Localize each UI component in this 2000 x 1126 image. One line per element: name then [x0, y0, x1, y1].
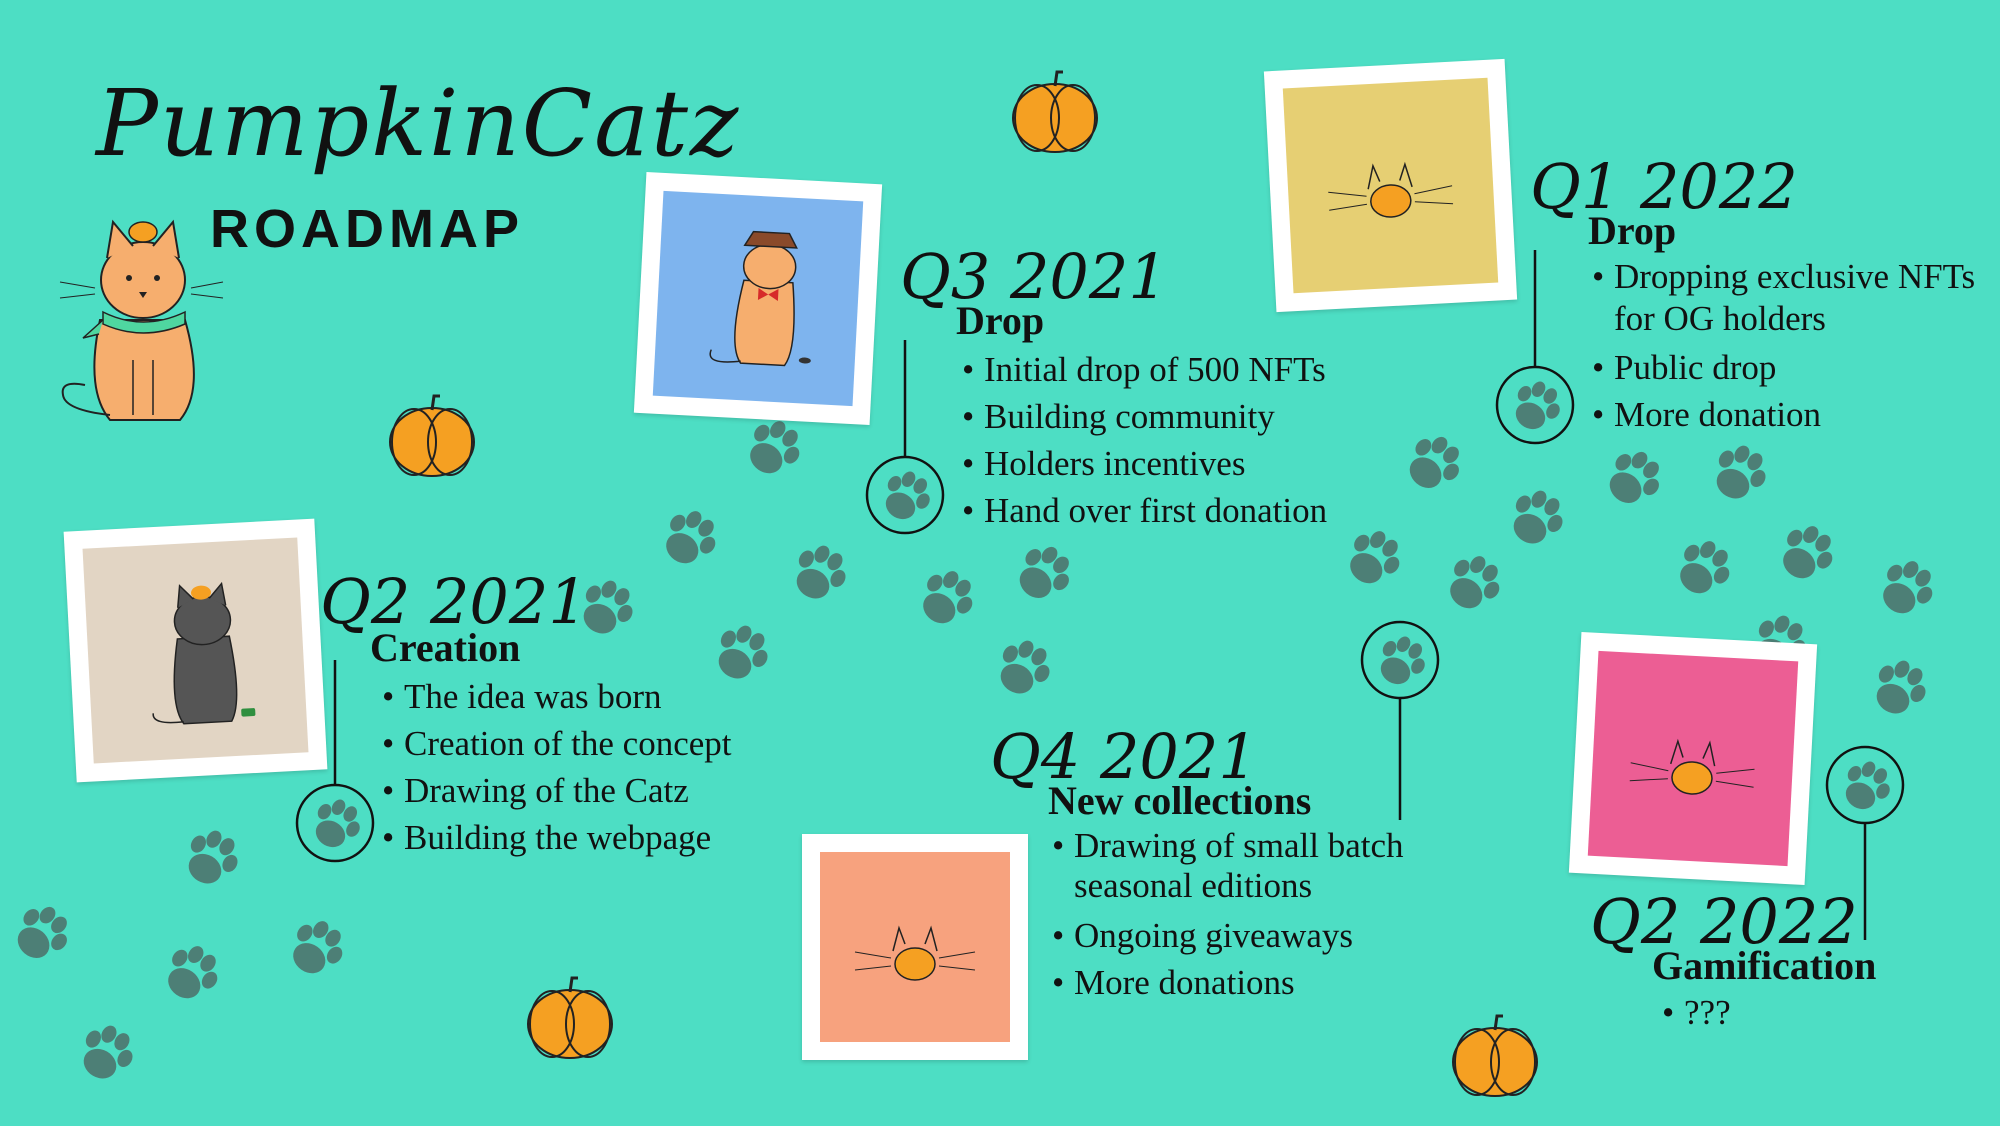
list-item: Initial drop of 500 NFTs — [962, 346, 1327, 393]
milestone-items: The idea was born Creation of the concep… — [382, 673, 732, 861]
list-item: Holders incentives — [962, 440, 1327, 487]
hat-cat-illustration — [709, 230, 811, 367]
list-item: The idea was born — [382, 673, 732, 720]
milestone-q2-2022: Q2 2022 Gamification ??? — [1590, 885, 1876, 1036]
list-item: Building the webpage — [382, 814, 732, 861]
milestone-items: ??? — [1662, 989, 1876, 1036]
list-item: More donation — [1592, 391, 1984, 438]
milestone-items: Drawing of small batch seasonal editions… — [1052, 826, 1464, 1006]
list-item: Hand over first donation — [962, 487, 1327, 534]
list-item: Public drop — [1592, 344, 1984, 391]
milestone-q1-2022: Q1 2022 Drop Dropping exclusive NFTs for… — [1530, 150, 1984, 438]
list-item: ??? — [1662, 989, 1876, 1036]
list-item: Drawing of small batch seasonal editions — [1052, 826, 1464, 906]
milestone-title: New collections — [1048, 778, 1312, 823]
list-item: Building community — [962, 393, 1327, 440]
milestone-q4-2021: Q4 2021 New collections Drawing of small… — [990, 720, 1464, 1006]
grey-cat-card — [63, 518, 328, 783]
pumpkin-face-icon — [1629, 738, 1755, 795]
list-item: Ongoing giveaways — [1052, 912, 1464, 959]
list-item: Dropping exclusive NFTs for OG holders — [1592, 256, 1984, 340]
pink-pumpkin-card — [1568, 631, 1818, 886]
milestone-title: Gamification — [1652, 943, 1877, 988]
hat-cat-card — [633, 171, 883, 426]
list-item: Drawing of the Catz — [382, 767, 732, 814]
milestone-q3-2021: Q3 2021 Drop Initial drop of 500 NFTs Bu… — [900, 240, 1327, 534]
milestone-items: Initial drop of 500 NFTs Building commun… — [962, 346, 1327, 534]
list-item: More donations — [1052, 959, 1464, 1006]
milestone-q2-2021: Q2 2021 Creation The idea was born Creat… — [320, 565, 732, 861]
milestone-items: Dropping exclusive NFTs for OG holders P… — [1592, 256, 1984, 438]
list-item: Creation of the concept — [382, 720, 732, 767]
grey-cat-illustration — [152, 581, 256, 725]
pumpkin-face-icon — [854, 925, 976, 981]
